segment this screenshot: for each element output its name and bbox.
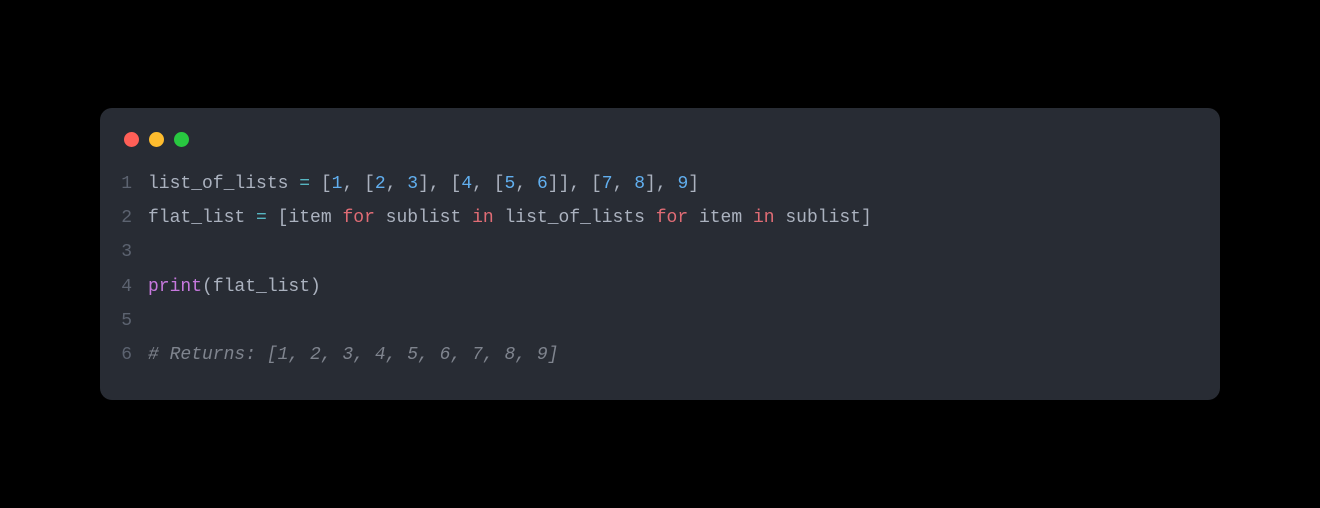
token: 5 <box>505 174 516 194</box>
token: ]], [ <box>548 174 602 194</box>
close-icon[interactable] <box>124 132 139 147</box>
line-number: 4 <box>100 270 148 304</box>
token: # Returns: [1, 2, 3, 4, 5, 6, 7, 8, 9] <box>148 345 558 365</box>
token: list_of_lists <box>494 208 656 228</box>
line-number: 2 <box>100 201 148 235</box>
code-content: # Returns: [1, 2, 3, 4, 5, 6, 7, 8, 9] <box>148 338 558 372</box>
token: 8 <box>634 174 645 194</box>
token: [item <box>267 208 343 228</box>
token: 3 <box>407 174 418 194</box>
code-content <box>148 235 159 269</box>
token: 6 <box>537 174 548 194</box>
token: for <box>656 208 688 228</box>
token: ], <box>645 174 677 194</box>
code-window: 1list_of_lists = [1, [2, 3], [4, [5, 6]]… <box>100 108 1220 400</box>
zoom-icon[interactable] <box>174 132 189 147</box>
line-number: 5 <box>100 304 148 338</box>
token: list_of_lists <box>148 174 299 194</box>
token: item <box>688 208 753 228</box>
line-number: 1 <box>100 167 148 201</box>
token: ] <box>688 174 699 194</box>
token: in <box>753 208 775 228</box>
token: for <box>342 208 374 228</box>
token: , <box>386 174 408 194</box>
minimize-icon[interactable] <box>149 132 164 147</box>
token: 9 <box>677 174 688 194</box>
token: flat_list <box>148 208 256 228</box>
code-content: flat_list = [item for sublist in list_of… <box>148 201 872 235</box>
token: 4 <box>461 174 472 194</box>
line-number: 3 <box>100 235 148 269</box>
token: 7 <box>602 174 613 194</box>
code-line[interactable]: 4print(flat_list) <box>100 270 1220 304</box>
token: in <box>472 208 494 228</box>
code-content: print(flat_list) <box>148 270 321 304</box>
token: , [ <box>472 174 504 194</box>
token: , <box>515 174 537 194</box>
token: , <box>613 174 635 194</box>
token: [ <box>310 174 332 194</box>
code-line[interactable]: 2flat_list = [item for sublist in list_o… <box>100 201 1220 235</box>
token: sublist] <box>775 208 872 228</box>
token: 1 <box>332 174 343 194</box>
token: = <box>256 208 267 228</box>
token: ], [ <box>418 174 461 194</box>
code-content: list_of_lists = [1, [2, 3], [4, [5, 6]],… <box>148 167 699 201</box>
token: , [ <box>342 174 374 194</box>
window-titlebar <box>100 132 1220 167</box>
code-line[interactable]: 6# Returns: [1, 2, 3, 4, 5, 6, 7, 8, 9] <box>100 338 1220 372</box>
token: (flat_list) <box>202 277 321 297</box>
token: sublist <box>375 208 472 228</box>
code-line[interactable]: 1list_of_lists = [1, [2, 3], [4, [5, 6]]… <box>100 167 1220 201</box>
token: = <box>299 174 310 194</box>
line-number: 6 <box>100 338 148 372</box>
code-editor[interactable]: 1list_of_lists = [1, [2, 3], [4, [5, 6]]… <box>100 167 1220 372</box>
token: 2 <box>375 174 386 194</box>
code-content <box>148 304 159 338</box>
token: print <box>148 277 202 297</box>
code-line[interactable]: 5 <box>100 304 1220 338</box>
code-line[interactable]: 3 <box>100 235 1220 269</box>
